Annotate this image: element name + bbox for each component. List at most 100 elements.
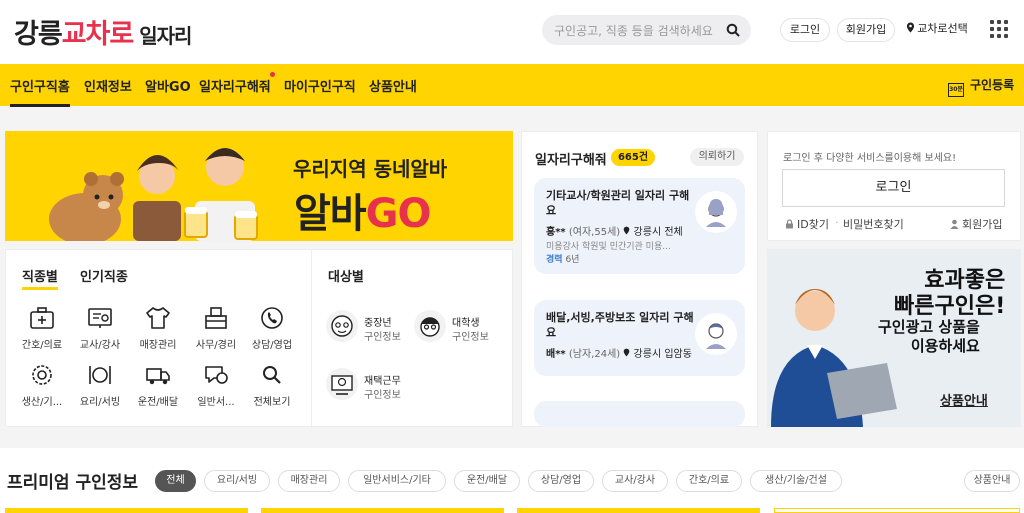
student-avatar [414,310,446,342]
seeker-info: (여자,55세) [568,227,621,238]
site-logo[interactable]: 강릉교차로 일자리 [14,12,192,51]
banner-headline: 우리지역 동네알바 [293,157,448,181]
target-label: 대학생 [452,318,480,329]
target-sublabel: 구인정보 [452,332,489,343]
chat-icon [205,366,228,384]
category-all[interactable]: 전체보기 [244,363,300,408]
male-avatar [695,313,737,355]
seeker-meta: 홍** (여자,55세) 강릉시 전체 [546,223,683,238]
albago-banner[interactable]: 우리지역 동네알바 알바GO [5,131,513,241]
chip-teacher[interactable]: 교사/강사 [602,470,668,492]
signup-link[interactable]: 회원가입 [950,216,1002,232]
chip-sales[interactable]: 상담/영업 [528,470,594,492]
job-request-count: 665건 [611,149,655,166]
nav-item-products[interactable]: 상품안내 [369,76,417,95]
chip-production[interactable]: 생산/기술/건설 [750,470,842,492]
category-office[interactable]: 사무/경리 [188,306,244,351]
banner-title: 알바GO [294,181,431,239]
office-desk-icon [205,307,227,329]
location-pin-icon [624,226,630,235]
premium-card-edge [517,508,760,513]
search-icon[interactable] [726,23,740,37]
truck-icon [146,368,170,385]
category-label: 매장관리 [139,340,177,351]
seeker-card-partial[interactable] [534,401,745,427]
login-message: 로그인 후 다양한 서비스를이용해 보세요! [783,153,957,164]
dish-cutlery-icon [89,366,111,384]
seeker-title: 배달,서빙,주방보조 일자리 구해요 [546,311,694,339]
find-id-label: ID찾기 [797,218,829,231]
location-pin-icon [624,348,630,357]
seeker-card[interactable]: 배달,서빙,주방보조 일자리 구해요 배** (남자,24세) 강릉시 입암동 [534,300,745,376]
search-input[interactable]: 구인공고, 직종 등을 검색하세요 [554,22,713,39]
user-icon [950,219,959,229]
request-button[interactable]: 의뢰하기 [690,148,744,166]
category-label: 전체보기 [253,397,291,408]
region-select[interactable]: 교차로선택 [900,18,974,42]
ad-subtext-line2: 이용하세요 [910,337,980,355]
search-bar[interactable]: 구인공고, 직종 등을 검색하세요 [542,15,751,45]
find-id-link[interactable]: ID찾기 [785,216,829,232]
ad-headline-line1: 효과좋은 [924,268,1006,293]
nav-item-home[interactable]: 구인구직홈 [10,76,70,107]
seeker-card[interactable]: 기타교사/학원관리 일자리 구해요 홍** (여자,55세) 강릉시 전체 미용… [534,178,745,274]
login-box-button[interactable]: 로그인 [782,169,1005,207]
nav-item-albago[interactable]: 알바GO [145,76,191,95]
job-request-card [521,131,758,427]
target-sublabel: 구인정보 [364,332,401,343]
chip-all[interactable]: 전체 [155,470,196,492]
older-person-avatar [326,310,358,342]
signup-label: 회원가입 [962,218,1003,231]
seeker-desc: 미용강사 학원및 민간기관 미용... [546,242,671,252]
tab-popular[interactable]: 인기직종 [80,266,128,285]
search-icon [263,366,281,384]
chip-nursing[interactable]: 간호/의료 [676,470,742,492]
all-menu-icon[interactable] [990,20,1008,38]
category-label: 간호/의료 [21,340,63,351]
premium-product-button[interactable]: 상품안내 [964,470,1020,492]
ad-subtext: 구인광고 상품을 이용하세요 [878,318,980,356]
lock-icon [786,219,793,229]
category-sales[interactable]: 상담/영업 [244,306,300,351]
seeker-name: 홍** [546,227,566,238]
category-service[interactable]: 일반서... [188,363,244,408]
premium-card-edge [774,508,1020,513]
shirt-icon [146,307,170,329]
nav-item-my-jobs[interactable]: 마이구인구직 [284,76,356,95]
category-store[interactable]: 매장관리 [130,306,186,351]
target-title: 대상별 [328,270,364,285]
seeker-location: 강릉시 입암동 [633,349,692,360]
nav-item-job-request[interactable]: 일자리구해줘 [199,76,271,95]
seeker-location: 강릉시 전체 [633,227,683,238]
chip-store[interactable]: 매장관리 [278,470,340,492]
female-avatar [695,191,737,233]
chip-driving[interactable]: 운전/배달 [454,470,520,492]
tab-by-type[interactable]: 직종별 [22,266,58,290]
category-production[interactable]: 생산/기... [14,363,70,408]
register-job-button[interactable]: 30분 구인등록 [948,76,1014,97]
chip-cooking[interactable]: 요리/서빙 [204,470,270,492]
banner-illustration [49,148,258,241]
banner-title-part1: 알바 [294,191,367,237]
category-driving[interactable]: 운전/배달 [130,363,186,408]
find-password-link[interactable]: 비밀번호찾기 [843,216,904,232]
category-label: 일반서... [197,397,235,408]
logo-text-jobs: 일자리 [139,24,192,48]
nav-item-talent[interactable]: 인재정보 [84,76,132,95]
category-label: 상담/영업 [251,340,293,351]
remote-worker-avatar [326,368,358,400]
ad-product-link[interactable]: 상품안내 [940,390,988,409]
category-teacher[interactable]: 교사/강사 [72,306,128,351]
premium-card-edge [5,508,248,513]
seeker-meta: 배** (남자,24세) 강릉시 입암동 [546,345,692,360]
category-label: 생산/기... [21,397,63,408]
ad-subtext-line1: 구인광고 상품을 [878,318,980,336]
medical-kit-icon [30,307,54,329]
gear-icon [32,365,52,385]
chip-service[interactable]: 일반서비스/기타 [348,470,446,492]
experience-value: 6년 [565,255,580,265]
login-button[interactable]: 로그인 [780,18,830,42]
category-nursing[interactable]: 간호/의료 [14,306,70,351]
category-cooking[interactable]: 요리/서빙 [72,363,128,408]
signup-button[interactable]: 회원가입 [837,18,895,42]
